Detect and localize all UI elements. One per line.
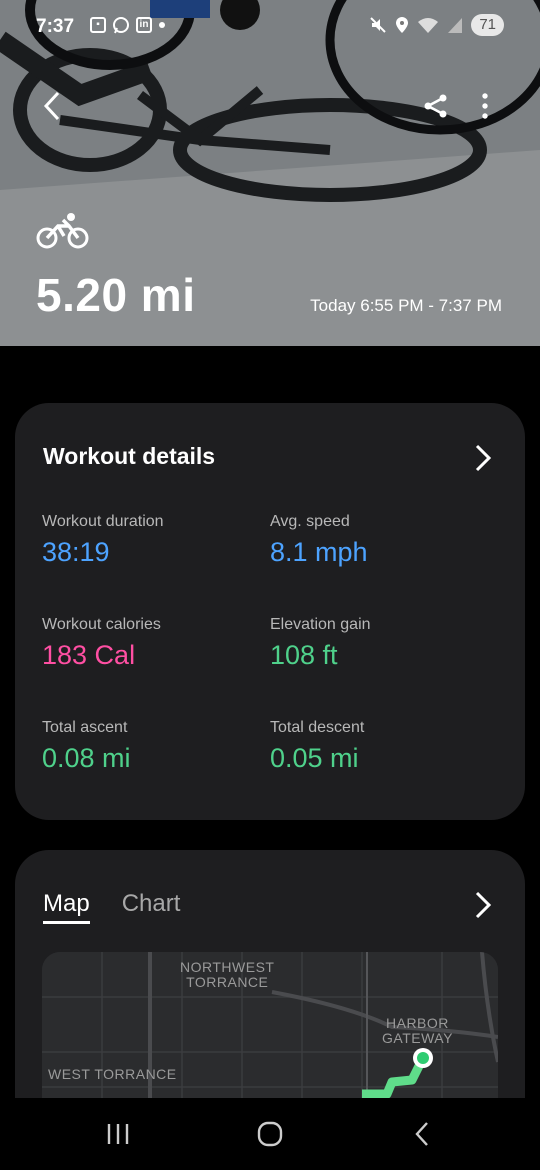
metric-workout-calories: Workout calories 183 Cal [42,616,262,671]
back-button[interactable] [34,88,70,124]
metric-label: Total descent [270,719,365,736]
metric-value: 38:19 [42,537,110,567]
metric-workout-duration: Workout duration 38:19 [42,513,262,568]
total-distance: 5.20 mi [36,269,196,321]
navigation-bar [0,1098,540,1170]
metric-label: Total ascent [42,719,128,736]
tab-map[interactable]: Map [43,890,90,924]
chevron-right-icon[interactable] [471,890,495,920]
whatsapp-icon [113,17,129,34]
back-icon [415,1122,428,1146]
status-time: 7:37 [36,16,75,37]
metric-elevation-gain: Elevation gain 108 ft [270,616,490,671]
mute-icon [370,17,387,33]
metric-value: 108 ft [270,640,338,670]
home-button[interactable] [252,1118,288,1150]
metric-label: Elevation gain [270,616,371,633]
tab-chart[interactable]: Chart [122,890,181,924]
metric-label: Workout calories [42,616,161,633]
dot-icon [159,22,165,28]
workout-details-card[interactable]: Workout details Workout duration 38:19 A… [15,403,525,820]
share-icon [424,94,447,118]
metric-label: Avg. speed [270,513,350,530]
recents-icon [107,1124,129,1144]
more-options-button[interactable] [467,88,503,124]
workout-details-title: Workout details [43,443,216,469]
share-button[interactable] [418,88,454,124]
linkedin-icon: in [136,17,152,33]
route-map[interactable]: NORTHWEST TORRANCE HARBOR GATEWAY WEST T… [42,952,498,1112]
metric-value: 183 Cal [42,640,136,670]
map-label-northwest-torrance: NORTHWEST TORRANCE [180,959,275,990]
back-arrow-icon [43,91,60,121]
recent-apps-button[interactable] [100,1118,136,1150]
status-bar: 7:37 ▪ in 71 [36,14,504,44]
bike-icon [36,213,89,249]
hero-image: 7:37 ▪ in 71 5.20 mi Today 6:55 PM - 7:3… [0,0,540,346]
metric-value: 0.05 mi [270,743,359,773]
metric-value: 8.1 mph [270,537,368,567]
map-label-harbor-gateway: HARBOR GATEWAY [382,1015,453,1046]
metric-total-descent: Total descent 0.05 mi [270,719,490,774]
metric-value: 0.08 mi [42,743,131,773]
location-icon [396,17,409,33]
back-nav-button[interactable] [404,1118,440,1150]
metric-avg-speed: Avg. speed 8.1 mph [270,513,490,568]
home-icon [257,1121,283,1147]
workout-time-range: Today 6:55 PM - 7:37 PM [310,296,502,315]
more-vert-icon [482,93,488,119]
metric-label: Workout duration [42,513,164,530]
chevron-right-icon[interactable] [471,443,495,473]
battery-level: 71 [471,14,504,36]
wifi-icon [418,18,439,33]
metric-total-ascent: Total ascent 0.08 mi [42,719,262,774]
map-label-west-torrance: WEST TORRANCE [48,1066,177,1082]
signal-icon [448,18,463,33]
app-icon: ▪ [90,17,106,33]
